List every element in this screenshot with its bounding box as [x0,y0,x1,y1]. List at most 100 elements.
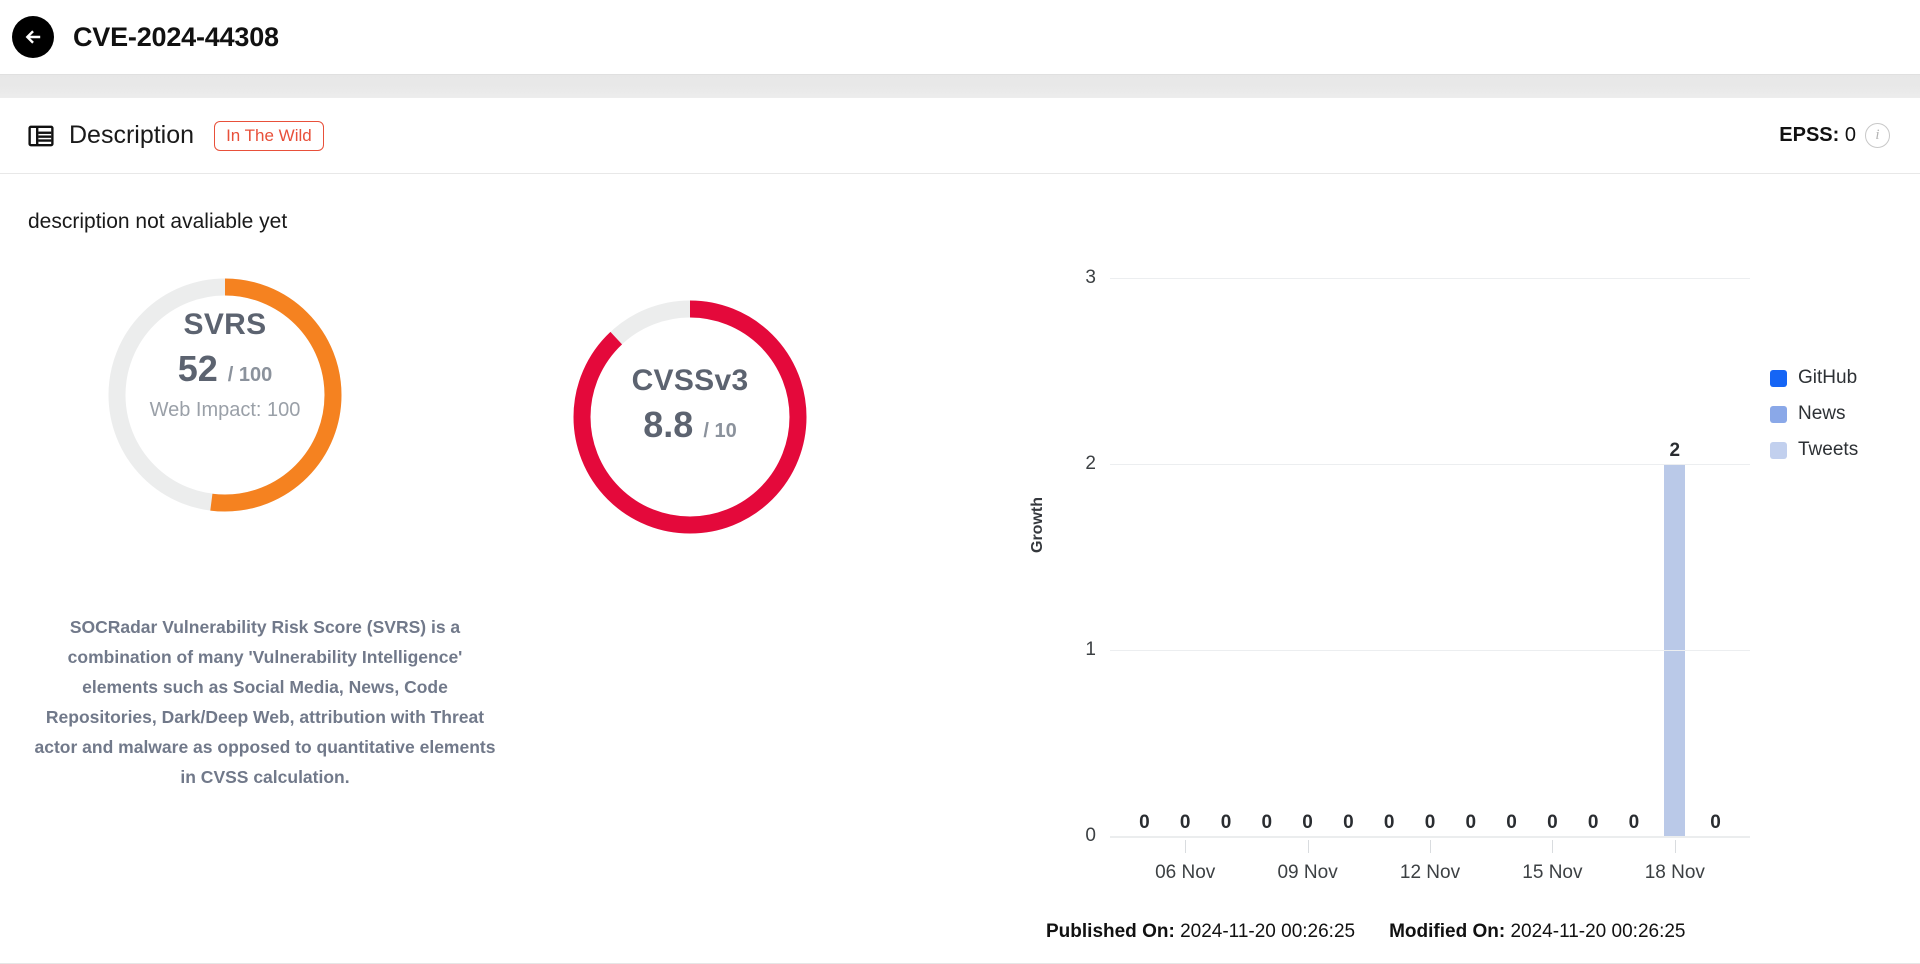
svrs-score-value: 52 [177,348,218,389]
svrs-explanation: SOCRadar Vulnerability Risk Score (SVRS)… [34,617,496,788]
info-icon[interactable]: i [1865,123,1890,148]
epss-value: 0 [1844,124,1856,146]
legend-label: GitHub [1798,367,1858,388]
chart-gridline [1110,464,1750,465]
chart-gridline [1110,836,1750,837]
cvss-donut: CVSSv3 8.8 / 10 [565,292,815,542]
bar-column[interactable]: 0 [1491,278,1532,836]
section-divider [0,74,1920,98]
published-on-label: Published On: [1046,921,1175,942]
svrs-web-impact: Web Impact: 100 [149,399,301,421]
bar-value-label: 0 [1179,812,1191,833]
bar-value-label: 0 [1465,812,1477,833]
bar-column[interactable]: 0 [1369,278,1410,836]
epss-indicator: EPSS: 0 i [1779,123,1890,148]
chart-x-tick-mark [1185,840,1187,853]
bar-column[interactable]: 0 [1450,278,1491,836]
chart-bars: 0 0 0 0 0 0 0 0 0 0 0 0 0 2 0 [1110,278,1750,836]
bar-value-label: 0 [1139,812,1150,833]
chart-x-tick-label: 09 Nov [1277,862,1338,883]
arrow-left-icon [25,30,41,44]
chart-plot-area: 0 0 0 0 0 0 0 0 0 0 0 0 0 2 0 0 1 2 3 [1085,267,1750,846]
growth-chart: Growth 0 0 0 0 0 0 0 0 0 0 0 0 0 2 0 0 1 2 3 06 Nov 09 Nov… [1020,267,1780,883]
chart-gridline [1110,278,1750,279]
epss-text: EPSS: 0 [1779,124,1856,147]
bar-column[interactable]: 0 [1165,278,1206,836]
bar-column[interactable]: 0 [1573,278,1614,836]
chart-x-tick-mark [1430,840,1431,853]
list-icon [28,125,54,146]
bar-value-label: 0 [1587,812,1599,833]
chart-gridline [1110,650,1750,651]
bar-column[interactable]: 0 [1532,278,1573,836]
bar-column[interactable]: 0 [1328,278,1369,836]
cvss-score-value: 8.8 [643,404,694,445]
chart-x-ticks: 06 Nov 09 Nov 12 Nov 15 Nov 18 Nov [1110,840,1750,890]
legend-swatch [1770,405,1787,423]
legend-item[interactable]: Tweets [1770,439,1858,461]
in-the-wild-badge[interactable]: In The Wild [214,120,324,151]
bar-value-label: 0 [1302,812,1313,833]
description-header-left: Description In The Wild [28,120,324,151]
cve-detail-page: CVE-2024-44308 Description In The Wild E… [0,0,1920,964]
description-body-text: description not avaliable yet [28,210,288,233]
description-header: Description In The Wild EPSS: 0 i [0,98,1920,174]
chart-legend: GitHub News Tweets [1770,367,1858,461]
legend-label: News [1798,403,1846,424]
svrs-score-denominator: / 100 [227,364,273,386]
cvss-center-label: CVSSv3 8.8 / 10 [565,364,815,446]
bar-column[interactable]: 0 [1246,278,1287,836]
bar-value-label: 0 [1710,812,1721,833]
bar-value-label: 0 [1506,812,1517,833]
page-title: CVE-2024-44308 [73,21,279,52]
svrs-name: SVRS [183,308,267,341]
bar-value-label: 0 [1220,812,1232,833]
bar-column[interactable]: 0 [1410,278,1451,836]
bar-column[interactable]: 2 [1654,278,1695,836]
title-bar: CVE-2024-44308 [0,0,1920,74]
bar-column[interactable]: 0 [1287,278,1328,836]
chart-x-tick-label: 12 Nov [1399,862,1461,883]
bar-column[interactable]: 0 [1124,278,1165,836]
svrs-score: 52 / 100 [100,348,350,390]
bar-value-label: 0 [1628,812,1640,833]
chart-y-tick-label: 0 [1085,825,1096,846]
legend-item[interactable]: News [1770,403,1858,425]
svrs-donut: SVRS 52 / 100 Web Impact: 100 [100,270,350,520]
modified-on: Modified On: 2024-11-20 00:26:25 [1389,921,1685,943]
modified-on-value: 2024-11-20 00:26:25 [1510,921,1686,942]
bar-value-label: 0 [1383,812,1395,833]
chart-y-tick-label: 1 [1085,639,1096,660]
bar-column[interactable]: 0 [1695,278,1736,836]
bar-column[interactable]: 0 [1614,278,1655,836]
legend-item[interactable]: GitHub [1770,367,1858,389]
chart-x-tick-mark [1674,840,1676,853]
chart-x-tick-mark [1307,840,1309,853]
back-button[interactable] [12,16,54,58]
chart-y-tick-label: 3 [1085,267,1096,288]
score-donuts: SVRS 52 / 100 Web Impact: 100 CVSSv3 8.8… [0,270,940,600]
chart-x-tick-mark [1552,840,1554,853]
published-on-value: 2024-11-20 00:26:25 [1180,921,1356,942]
chart-y-axis-title: Growth [1029,497,1046,553]
bar-value-label: 0 [1424,812,1436,833]
bar-value-label: 0 [1261,812,1273,833]
bar-value-label: 2 [1669,440,1681,461]
chart-x-tick-label: 15 Nov [1522,862,1583,883]
chart-x-tick-label: 18 Nov [1644,862,1705,883]
legend-label: Tweets [1798,439,1859,460]
published-on: Published On: 2024-11-20 00:26:25 [1046,921,1355,943]
footer-dates: Published On: 2024-11-20 00:26:25 Modifi… [1046,921,1686,943]
bar-value-label: 0 [1547,812,1558,833]
chart-y-tick-label: 2 [1085,453,1096,474]
epss-label: EPSS: [1779,124,1840,146]
cvss-name: CVSSv3 [631,364,749,397]
bar-value-label: 0 [1343,812,1354,833]
chart-x-tick-label: 06 Nov [1155,862,1216,883]
modified-on-label: Modified On: [1389,921,1506,942]
bar-column[interactable]: 0 [1206,278,1247,836]
description-title: Description [69,121,195,149]
legend-swatch [1770,441,1787,459]
legend-swatch [1770,369,1787,387]
cvss-score: 8.8 / 10 [565,404,815,446]
